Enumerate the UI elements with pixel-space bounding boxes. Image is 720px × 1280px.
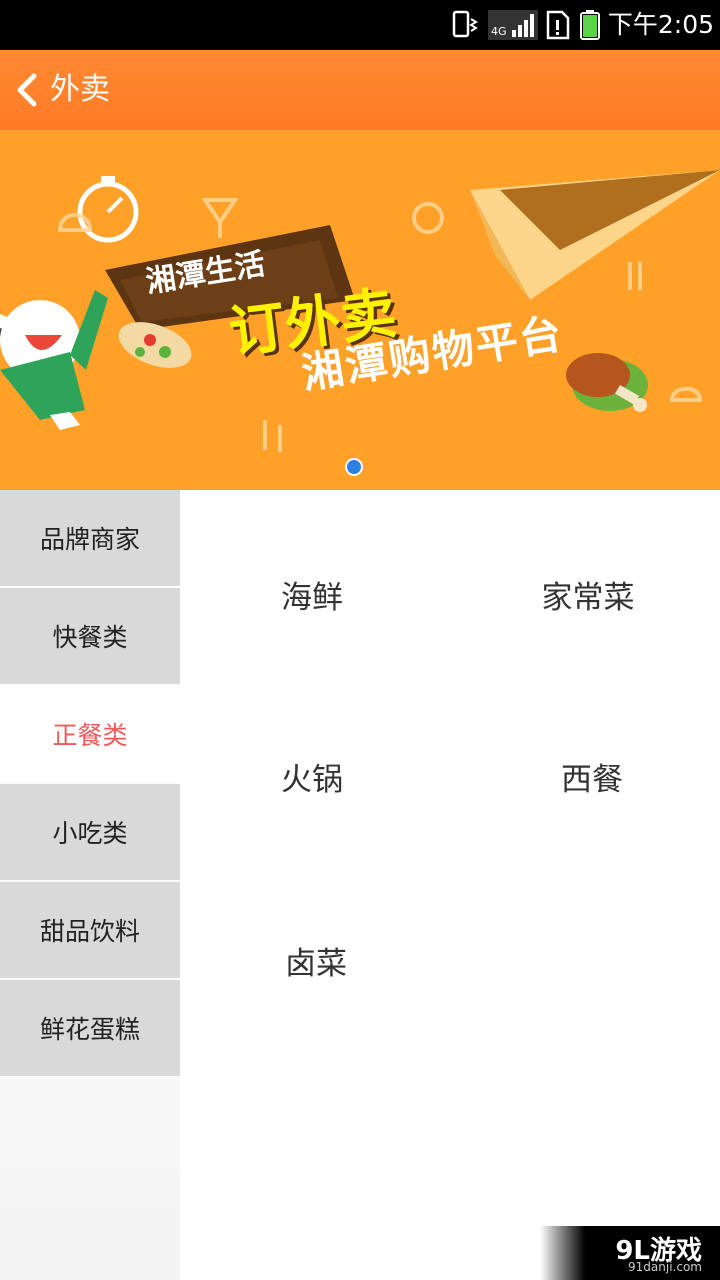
sidebar-item-desserts-drinks[interactable]: 甜品饮料: [0, 882, 180, 978]
battery-icon: [579, 10, 600, 40]
cartoon-person-illustration: [0, 290, 108, 430]
category-label: 海鲜: [281, 579, 343, 616]
chicken-leg-illustration: [566, 353, 648, 412]
watermark: 9L游戏 91danji.com: [540, 1226, 720, 1280]
status-time: 下午2:05: [607, 10, 714, 39]
category-western[interactable]: 西餐: [482, 746, 702, 806]
sidebar-item-label: 品牌商家: [39, 525, 140, 554]
sidebar-item-main-meal[interactable]: 正餐类: [0, 686, 180, 782]
sim-alert-icon: [546, 10, 570, 40]
category-braised[interactable]: 卤菜: [206, 930, 426, 990]
vibrate-icon: [452, 10, 478, 38]
category-label: 西餐: [561, 761, 623, 798]
back-icon[interactable]: [12, 72, 44, 108]
category-seafood[interactable]: 海鲜: [202, 564, 422, 624]
category-label: 家常菜: [541, 579, 635, 616]
sidebar-item-brand[interactable]: 品牌商家: [0, 490, 180, 586]
action-bar: 外卖: [0, 50, 720, 130]
page-title: 外卖: [50, 72, 110, 107]
banner-page-indicator[interactable]: [345, 458, 363, 476]
category-home-cooking[interactable]: 家常菜: [478, 564, 698, 624]
network-label: 4G: [491, 25, 507, 38]
category-label: 火锅: [281, 761, 343, 798]
promo-banner[interactable]: 湘潭生活 订外卖 湘潭购物平台: [0, 130, 720, 490]
status-icons: 4G 下午2:05: [450, 6, 714, 44]
sidebar-item-fastfood[interactable]: 快餐类: [0, 588, 180, 684]
category-hotpot[interactable]: 火锅: [202, 746, 422, 806]
sidebar-item-label: 小吃类: [52, 819, 128, 848]
watermark-url: 91danji.com: [628, 1260, 702, 1274]
sidebar-item-label: 快餐类: [52, 623, 128, 652]
status-bar: 4G 下午2:05: [0, 0, 720, 50]
sidebar-item-label: 鲜花蛋糕: [39, 1015, 140, 1044]
signal-4g-icon: 4G: [487, 10, 538, 40]
category-sidebar: 品牌商家 快餐类 正餐类 小吃类 甜品饮料 鲜花蛋糕: [0, 490, 180, 1280]
sidebar-item-snacks[interactable]: 小吃类: [0, 784, 180, 880]
sidebar-item-label: 正餐类: [52, 721, 128, 750]
sidebar-item-flowers-cakes[interactable]: 鲜花蛋糕: [0, 980, 180, 1076]
sidebar-item-label: 甜品饮料: [39, 917, 140, 946]
category-label: 卤菜: [285, 945, 347, 982]
